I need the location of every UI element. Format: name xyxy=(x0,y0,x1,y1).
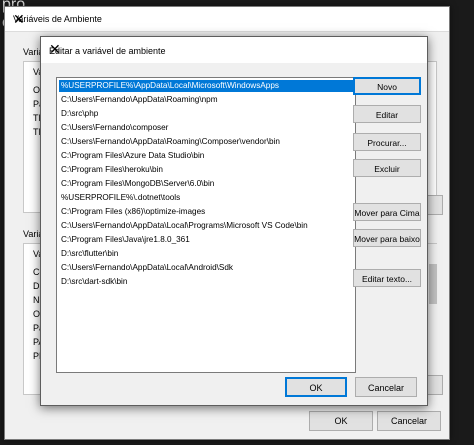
close-icon[interactable]: ✕ xyxy=(13,11,440,28)
list-item[interactable]: C:\Users\Fernando\composer xyxy=(59,122,353,134)
path-entries-list[interactable]: %USERPROFILE%\AppData\Local\Microsoft\Wi… xyxy=(56,77,356,373)
list-item[interactable]: C:\Program Files\heroku\bin xyxy=(59,164,353,176)
ok-button[interactable]: OK xyxy=(285,377,347,397)
list-item[interactable]: C:\Program Files\Azure Data Studio\bin xyxy=(59,150,353,162)
back-ok-button[interactable]: OK xyxy=(309,411,373,431)
list-item[interactable]: C:\Program Files\Java\jre1.8.0_361 xyxy=(59,234,353,246)
back-cancel-button[interactable]: Cancelar xyxy=(377,411,441,431)
edit-text-button[interactable]: Editar texto... xyxy=(353,269,421,287)
close-icon[interactable]: ✕ xyxy=(49,42,418,56)
list-item[interactable]: C:\Users\Fernando\AppData\Roaming\npm xyxy=(59,94,353,106)
cancel-button[interactable]: Cancelar xyxy=(355,377,417,397)
window-title-bar: Variáveis de Ambiente ✕ xyxy=(5,7,449,32)
list-item[interactable]: %USERPROFILE%\.dotnet\tools xyxy=(59,192,353,204)
new-button[interactable]: Novo xyxy=(353,77,421,95)
dialog-title-bar: Editar a variável de ambiente ✕ xyxy=(41,37,427,63)
browse-button[interactable]: Procurar... xyxy=(353,133,421,151)
list-item[interactable]: D:\src\flutter\bin xyxy=(59,248,353,260)
list-item[interactable]: C:\Program Files (x86)\optimize-images xyxy=(59,206,353,218)
move-up-button[interactable]: Mover para Cima xyxy=(353,203,421,221)
list-item[interactable]: C:\Users\Fernando\AppData\Local\Programs… xyxy=(59,220,353,232)
list-item[interactable]: %USERPROFILE%\AppData\Local\Microsoft\Wi… xyxy=(59,80,353,92)
edit-button[interactable]: Editar xyxy=(353,105,421,123)
list-item[interactable]: D:\src\php xyxy=(59,108,353,120)
move-down-button[interactable]: Mover para baixo xyxy=(353,229,421,247)
scrollbar-thumb[interactable] xyxy=(429,264,437,304)
delete-button[interactable]: Excluir xyxy=(353,159,421,177)
edit-environment-variable-dialog: Editar a variável de ambiente ✕ %USERPRO… xyxy=(40,36,428,406)
list-item[interactable]: C:\Users\Fernando\AppData\Roaming\Compos… xyxy=(59,136,353,148)
list-item[interactable]: C:\Users\Fernando\AppData\Local\Android\… xyxy=(59,262,353,274)
list-item[interactable]: C:\Program Files\MongoDB\Server\6.0\bin xyxy=(59,178,353,190)
list-item[interactable]: D:\src\dart-sdk\bin xyxy=(59,276,353,288)
